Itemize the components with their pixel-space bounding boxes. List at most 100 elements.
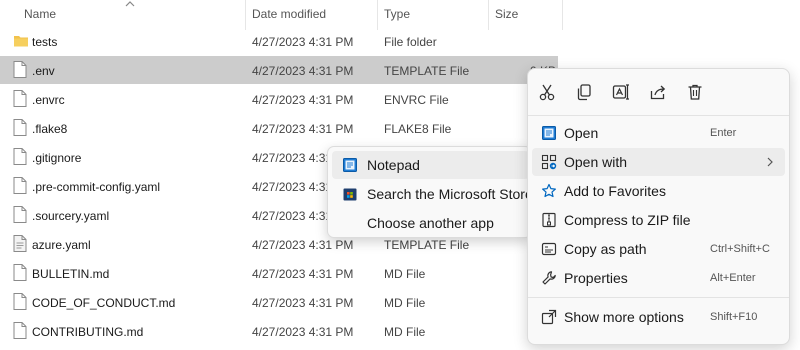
open-with-submenu: Notepad Search the Microsoft Store Choos… <box>327 146 533 238</box>
open-with-choose-app[interactable]: Choose another app <box>332 209 529 237</box>
column-header-bar: Name Date modified Type Size <box>0 0 570 30</box>
file-date: 4/27/2023 4:31 PM <box>252 35 354 49</box>
column-header-date[interactable]: Date modified <box>252 7 326 21</box>
submenu-item-label: Notepad <box>367 157 420 173</box>
menu-item-add-to-favorites[interactable]: Add to Favorites <box>532 177 785 205</box>
file-name: CODE_OF_CONDUCT.md <box>32 296 176 310</box>
file-icon <box>13 61 27 78</box>
file-date: 4/27/2023 4:31 PM <box>252 267 354 281</box>
file-name: .flake8 <box>32 122 68 136</box>
file-type: MD File <box>384 296 426 310</box>
notepad-icon <box>542 126 556 140</box>
more-options-icon <box>541 309 557 325</box>
file-icon <box>13 235 27 252</box>
submenu-item-label: Choose another app <box>367 215 494 231</box>
file-type: ENVRC File <box>384 93 449 107</box>
menu-item-shortcut: Shift+F10 <box>710 311 758 323</box>
file-name: .envrc <box>32 93 65 107</box>
share-icon <box>650 85 666 100</box>
file-date: 4/27/2023 4:31 PM <box>252 325 354 339</box>
file-row[interactable]: .flake8 4/27/2023 4:31 PM FLAKE8 File <box>0 114 558 142</box>
copy-button[interactable] <box>571 79 597 105</box>
column-divider[interactable] <box>245 0 246 30</box>
copy-path-icon <box>541 242 557 256</box>
menu-item-show-more-options[interactable]: Show more options Shift+F10 <box>532 303 785 331</box>
file-type: MD File <box>384 267 426 281</box>
file-row[interactable]: BULLETIN.md 4/27/2023 4:31 PM MD File <box>0 259 558 287</box>
file-name: tests <box>32 35 58 49</box>
file-icon <box>13 90 27 107</box>
file-type: MD File <box>384 325 426 339</box>
file-name: .sourcery.yaml <box>32 209 110 223</box>
chevron-right-icon <box>767 157 773 167</box>
file-date: 4/27/2023 4:31 PM <box>252 93 354 107</box>
cut-icon <box>539 84 555 101</box>
sort-ascending-icon <box>125 1 135 7</box>
file-date: 4/27/2023 4:31 PM <box>252 296 354 310</box>
menu-item-label: Show more options <box>564 309 684 325</box>
file-type: File folder <box>384 35 437 49</box>
cut-button[interactable] <box>534 79 560 105</box>
store-icon <box>343 188 357 201</box>
menu-item-label: Properties <box>564 270 628 286</box>
column-divider[interactable] <box>488 0 489 30</box>
menu-separator <box>528 297 789 298</box>
column-divider[interactable] <box>377 0 378 30</box>
file-icon <box>13 177 27 194</box>
file-date: 4/27/2023 4:31 PM <box>252 238 354 252</box>
column-header-size[interactable]: Size <box>495 7 518 21</box>
menu-item-label: Compress to ZIP file <box>564 212 691 228</box>
rename-icon <box>612 84 629 100</box>
zip-icon <box>542 212 556 228</box>
file-icon <box>13 119 27 136</box>
menu-separator <box>528 115 789 116</box>
file-name: .env <box>32 64 55 78</box>
submenu-item-label: Search the Microsoft Store <box>367 186 533 202</box>
file-name: azure.yaml <box>32 238 91 252</box>
menu-item-shortcut: Enter <box>710 127 737 139</box>
open-with-icon <box>541 154 557 170</box>
file-name: BULLETIN.md <box>32 267 110 281</box>
folder-icon <box>14 36 28 47</box>
file-row[interactable]: CONTRIBUTING.md 4/27/2023 4:31 PM MD Fil… <box>0 317 558 345</box>
file-row[interactable]: tests 4/27/2023 4:31 PM File folder <box>0 27 558 55</box>
menu-item-shortcut: Ctrl+Shift+C <box>710 243 770 255</box>
file-name: CONTRIBUTING.md <box>32 325 144 339</box>
wrench-icon <box>542 271 556 285</box>
column-divider[interactable] <box>562 0 563 30</box>
open-with-notepad[interactable]: Notepad <box>332 151 529 179</box>
column-header-name[interactable]: Name <box>24 7 56 21</box>
open-with-store[interactable]: Search the Microsoft Store <box>332 180 533 208</box>
menu-item-open-with[interactable]: Open with <box>532 148 785 176</box>
menu-item-label: Open with <box>564 154 628 170</box>
file-icon <box>13 293 27 310</box>
menu-item-copy-as-path[interactable]: Copy as path Ctrl+Shift+C <box>532 235 785 263</box>
file-type: TEMPLATE File <box>384 64 470 78</box>
menu-item-shortcut: Alt+Enter <box>710 272 756 284</box>
column-header-type[interactable]: Type <box>384 7 410 21</box>
delete-button[interactable] <box>682 79 708 105</box>
file-icon <box>13 264 27 281</box>
file-row[interactable]: CODE_OF_CONDUCT.md 4/27/2023 4:31 PM MD … <box>0 288 558 316</box>
menu-item-properties[interactable]: Properties Alt+Enter <box>532 264 785 292</box>
menu-item-label: Add to Favorites <box>564 183 666 199</box>
file-type: TEMPLATE File <box>384 238 470 252</box>
delete-icon <box>688 84 702 100</box>
file-date: 4/27/2023 4:31 PM <box>252 122 354 136</box>
file-name: .pre-commit-config.yaml <box>32 180 161 194</box>
file-date: 4/27/2023 4:31 PM <box>252 64 354 78</box>
share-button[interactable] <box>645 79 671 105</box>
file-icon <box>13 148 27 165</box>
file-icon <box>13 206 27 223</box>
rename-button[interactable] <box>608 79 634 105</box>
notepad-icon <box>343 158 357 172</box>
context-menu: Open Enter Open with Add to Favorites Co… <box>527 68 790 345</box>
file-row[interactable]: .envrc 4/27/2023 4:31 PM ENVRC File <box>0 85 558 113</box>
menu-item-compress-zip[interactable]: Compress to ZIP file <box>532 206 785 234</box>
file-icon <box>13 322 27 339</box>
menu-item-label: Copy as path <box>564 241 647 257</box>
file-row-selected[interactable]: .env 4/27/2023 4:31 PM TEMPLATE File 0 K… <box>0 56 558 84</box>
copy-icon <box>577 84 591 101</box>
menu-item-open[interactable]: Open Enter <box>532 119 785 147</box>
file-type: FLAKE8 File <box>384 122 452 136</box>
